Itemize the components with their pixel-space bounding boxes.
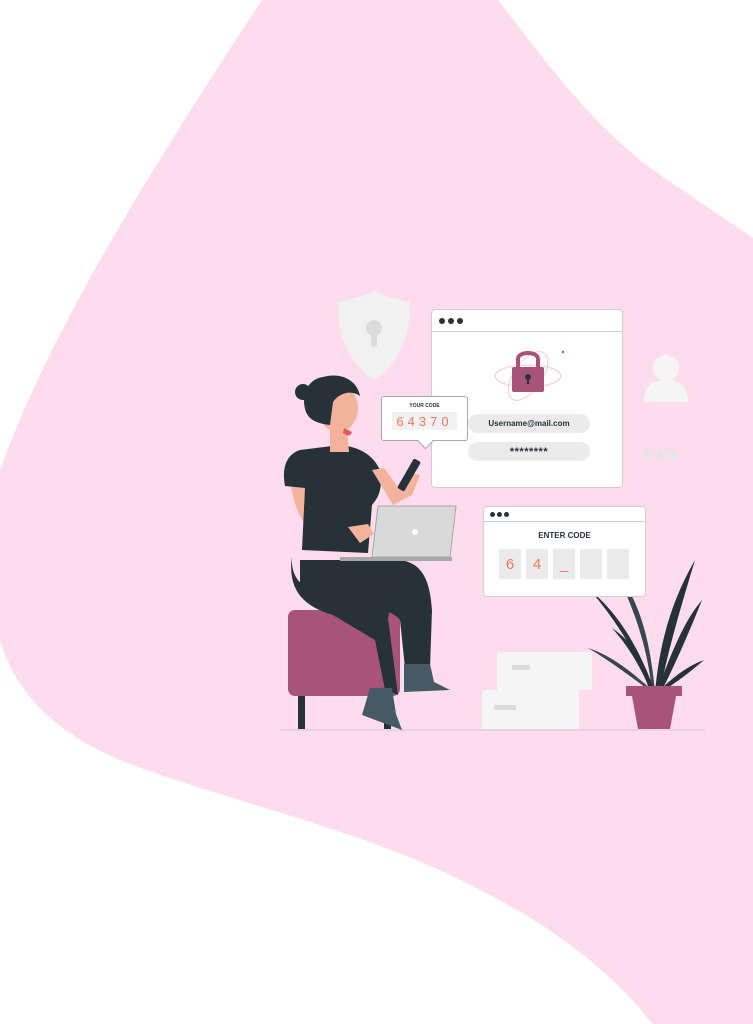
code-label: YOUR CODE <box>409 403 440 409</box>
password-hint-stars: *** <box>641 443 680 476</box>
code-digit-4[interactable] <box>580 549 602 579</box>
enter-code-title: ENTER CODE <box>538 531 591 540</box>
code-digit-3[interactable]: _ <box>553 549 575 579</box>
window-title-bar <box>432 310 622 332</box>
enter-code-window: ENTER CODE 6 4 _ <box>483 506 646 597</box>
code-digit-inputs: 6 4 _ <box>499 549 629 579</box>
storage-boxes <box>482 652 592 729</box>
code-value: 64370 <box>392 412 457 430</box>
password-field[interactable]: ******** <box>468 442 590 461</box>
code-message-bubble: YOUR CODE 64370 <box>381 396 468 441</box>
padlock-icon <box>494 350 564 401</box>
username-field[interactable]: Username@mail.com <box>468 414 590 433</box>
code-digit-1[interactable]: 6 <box>499 549 521 579</box>
code-digit-2[interactable]: 4 <box>526 549 548 579</box>
window-title-bar <box>484 507 645 522</box>
window-controls <box>490 512 509 517</box>
code-digit-5[interactable] <box>607 549 629 579</box>
window-controls <box>439 318 463 324</box>
